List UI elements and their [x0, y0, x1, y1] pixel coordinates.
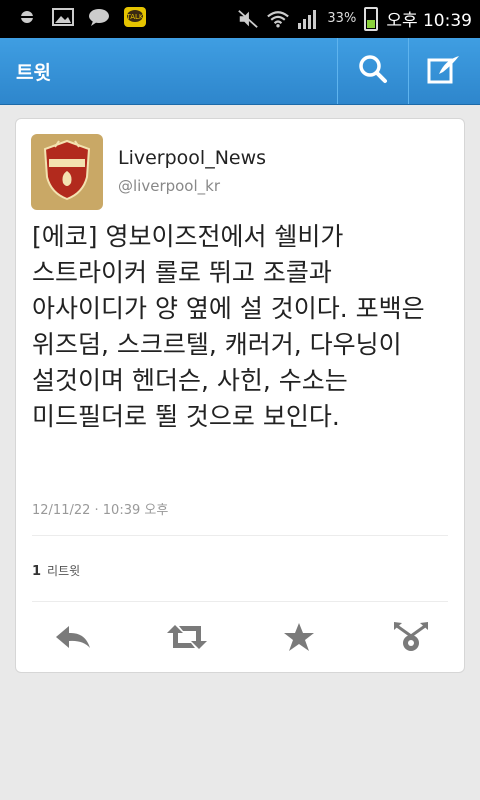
- share-button[interactable]: [386, 619, 436, 659]
- notification-icon: [16, 6, 38, 28]
- user-handle[interactable]: @liverpool_kr: [118, 177, 220, 195]
- page-title: 트윗: [16, 62, 51, 84]
- share-icon: [391, 620, 431, 658]
- avatar[interactable]: [31, 134, 103, 210]
- reply-button[interactable]: [48, 619, 98, 659]
- kakaotalk-icon: TALK: [124, 6, 146, 28]
- status-bar: TALK 33% 오후 10:39: [0, 0, 480, 38]
- retweet-button[interactable]: [162, 619, 212, 659]
- svg-text:TALK: TALK: [125, 13, 143, 21]
- chat-icon: [88, 6, 110, 28]
- retweet-count: 1: [32, 564, 42, 579]
- tweet-text: [에코] 영보이즈전에서 쉘비가 스트라이커 롤로 뛰고 조콜과 아사이디가 양…: [32, 222, 425, 431]
- reply-icon: [53, 622, 93, 656]
- battery-percent: 33%: [327, 11, 357, 26]
- retweet-stats[interactable]: 1 리트윗: [32, 562, 80, 579]
- retweet-icon: [165, 623, 209, 655]
- liverpool-crest-icon: [37, 137, 97, 207]
- gallery-icon: [52, 6, 74, 28]
- wifi-icon: [267, 8, 290, 30]
- tweet-actions: [16, 619, 464, 659]
- retweet-label: 리트윗: [47, 564, 81, 578]
- status-time: 오후 10:39: [386, 11, 472, 31]
- compose-icon: [427, 54, 461, 88]
- signal-icon: [297, 8, 319, 30]
- compose-button[interactable]: [408, 38, 479, 104]
- divider: [32, 535, 448, 536]
- favorite-button[interactable]: [274, 619, 324, 659]
- search-button[interactable]: [337, 38, 408, 104]
- divider: [32, 601, 448, 602]
- battery-icon: [364, 6, 379, 31]
- display-name[interactable]: Liverpool_News: [118, 147, 266, 169]
- tweet-timestamp: 12/11/22 · 10:39 오후: [32, 503, 169, 518]
- search-icon: [358, 54, 388, 88]
- mute-icon: [237, 8, 259, 30]
- action-bar: 트윗: [0, 38, 480, 105]
- favorite-icon: [283, 622, 315, 656]
- tweet-card: Liverpool_News @liverpool_kr [에코] 영보이즈전에…: [15, 118, 465, 673]
